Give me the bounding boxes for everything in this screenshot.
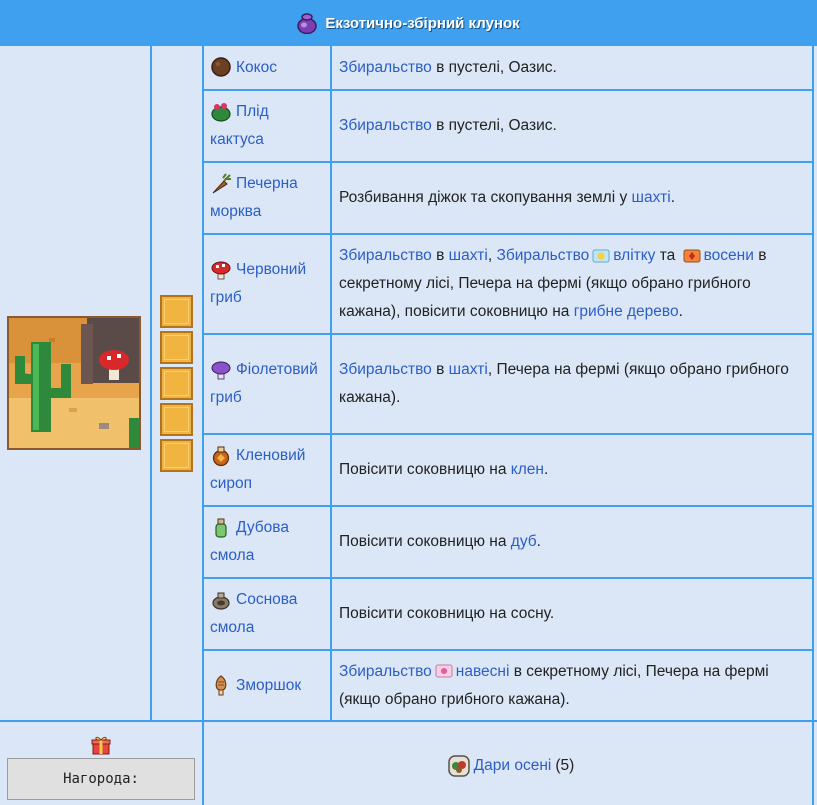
cactus-fruit-icon <box>211 102 231 122</box>
source-link[interactable]: грибне дерево <box>574 303 679 320</box>
coconut-icon <box>211 57 231 78</box>
item-source-cell: Повісити соковницю на дуб. <box>332 507 812 577</box>
item-source-cell: Розбивання діжок та скопування землі у ш… <box>332 163 812 233</box>
item-name-cell: Соснова смола <box>204 579 330 649</box>
source-link[interactable]: клен <box>511 461 544 478</box>
desert-bundle-image <box>7 316 141 450</box>
bundle-table: Екзотично-збірний клунок Кокос Збиральст… <box>0 0 817 805</box>
item-name-cell: Фіолетовий гриб <box>204 335 330 433</box>
bundle-slot <box>160 439 193 472</box>
source-text: Повісити соковницю на <box>339 461 511 478</box>
pine-tar-icon <box>212 592 230 610</box>
grid-line <box>0 720 817 722</box>
source-link[interactable]: дуб <box>511 533 537 550</box>
item-source-cell: Збиральство в пустелі, Оазис. <box>332 91 812 161</box>
item-source-cell: Збиральство навесні в секретному лісі, Пе… <box>332 651 812 720</box>
source-link[interactable]: Збиральство <box>339 117 432 134</box>
bundle-slot <box>160 403 193 436</box>
grid-line <box>150 46 152 720</box>
gift-icon <box>91 736 111 755</box>
fall-icon <box>683 249 701 263</box>
item-source-cell: Збиральство в шахті, Збиральство влітку т… <box>332 235 812 333</box>
purple-mushroom-icon <box>211 361 231 380</box>
item-name-link[interactable]: Зморшок <box>236 677 301 694</box>
source-link[interactable]: восени <box>704 247 754 264</box>
grid-line <box>812 46 814 805</box>
item-name-link[interactable]: Кокос <box>236 59 277 76</box>
source-text: . <box>536 533 541 550</box>
source-text: та <box>655 247 680 264</box>
source-text: в <box>431 247 449 264</box>
red-mushroom-icon <box>211 261 231 280</box>
item-name-cell: Кокос <box>204 46 330 89</box>
item-name-cell: Червоний гриб <box>204 235 330 333</box>
source-text: Повісити соковницю на сосну. <box>339 605 555 622</box>
morel-icon <box>215 675 227 696</box>
fall-seeds-icon <box>447 754 470 777</box>
source-link[interactable]: Збиральство <box>339 247 432 264</box>
reward-label: Нагорода: <box>7 758 195 800</box>
item-source-cell: Повісити соковницю на клен. <box>332 435 812 505</box>
bundle-slot <box>160 367 193 400</box>
purple-bundle-icon <box>297 13 318 34</box>
source-text: . <box>543 461 549 478</box>
bundle-slot <box>160 331 193 364</box>
maple-syrup-icon <box>212 446 230 467</box>
source-link[interactable]: Збиральство <box>339 663 432 680</box>
source-text: . <box>678 303 683 320</box>
item-name-cell: Печерна морква <box>204 163 330 233</box>
summer-icon <box>592 249 610 263</box>
item-name-cell: Дубова смола <box>204 507 330 577</box>
source-link[interactable]: шахті <box>449 247 488 264</box>
item-name-cell: Зморшок <box>204 651 330 720</box>
item-name-cell: Кленовий сироп <box>204 435 330 505</box>
item-name-cell: Плід кактуса <box>204 91 330 161</box>
bundle-slot <box>160 295 193 328</box>
source-text: . <box>670 189 676 206</box>
source-text: в пустелі, Оазис. <box>431 117 557 134</box>
source-link[interactable]: шахті <box>632 189 671 206</box>
reward-cell: Дари осені (5) <box>204 726 817 805</box>
item-source-cell: Повісити соковницю на сосну. <box>332 579 812 649</box>
source-link[interactable]: Збиральство <box>496 247 589 264</box>
cave-carrot-icon <box>212 173 231 194</box>
source-link[interactable]: влітку <box>613 247 655 264</box>
reward-quantity: (5) <box>555 756 575 774</box>
spring-icon <box>435 664 453 678</box>
source-text: в пустелі, Оазис. <box>431 58 557 76</box>
source-link[interactable]: Збиральство <box>339 59 432 76</box>
reward-item-link[interactable]: Дари осені <box>474 757 552 775</box>
source-link[interactable]: Збиральство <box>339 361 432 378</box>
source-link[interactable]: навесні <box>456 663 510 680</box>
item-source-cell: Збиральство в шахті, Печера на фермі (як… <box>332 335 812 433</box>
bundle-header: Екзотично-збірний клунок <box>0 0 817 46</box>
source-text: Розбивання діжок та скопування землі у <box>339 189 632 206</box>
item-source-cell: Збиральство в пустелі, Оазис. <box>332 46 812 89</box>
source-text: Повісити соковницю на <box>339 533 511 550</box>
source-link[interactable]: шахті <box>449 361 488 378</box>
source-text: в <box>431 361 449 378</box>
bundle-title: Екзотично-збірний клунок <box>325 14 520 32</box>
oak-resin-icon <box>215 518 227 538</box>
